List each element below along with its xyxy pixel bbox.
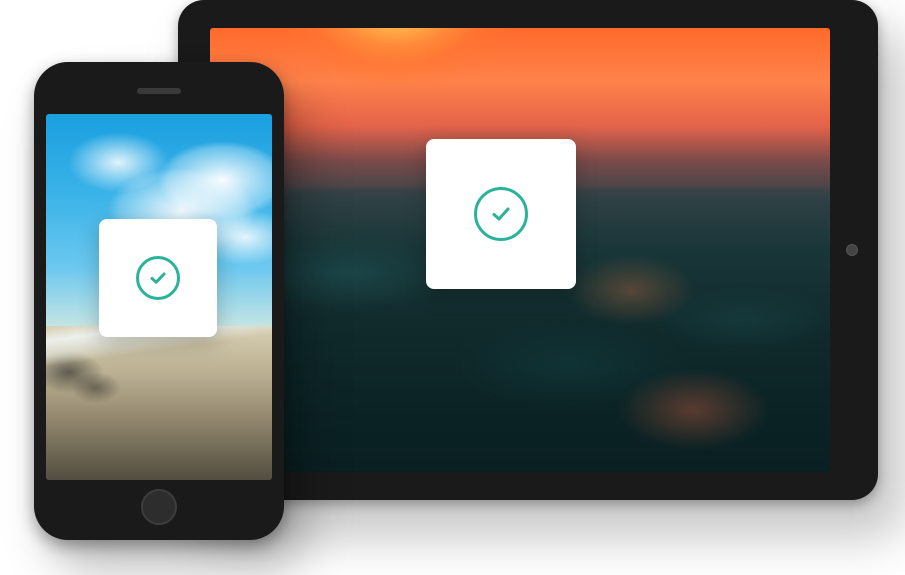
phone-success-card <box>99 219 217 337</box>
phone-speaker <box>137 88 181 94</box>
tablet-home-button[interactable] <box>846 244 858 256</box>
check-circle-icon <box>474 187 528 241</box>
check-icon <box>147 267 169 289</box>
phone-home-button[interactable] <box>141 489 177 525</box>
tablet-success-card <box>426 139 576 289</box>
check-circle-icon <box>136 256 180 300</box>
check-icon <box>488 201 514 227</box>
phone-wallpaper-shore <box>46 326 272 480</box>
